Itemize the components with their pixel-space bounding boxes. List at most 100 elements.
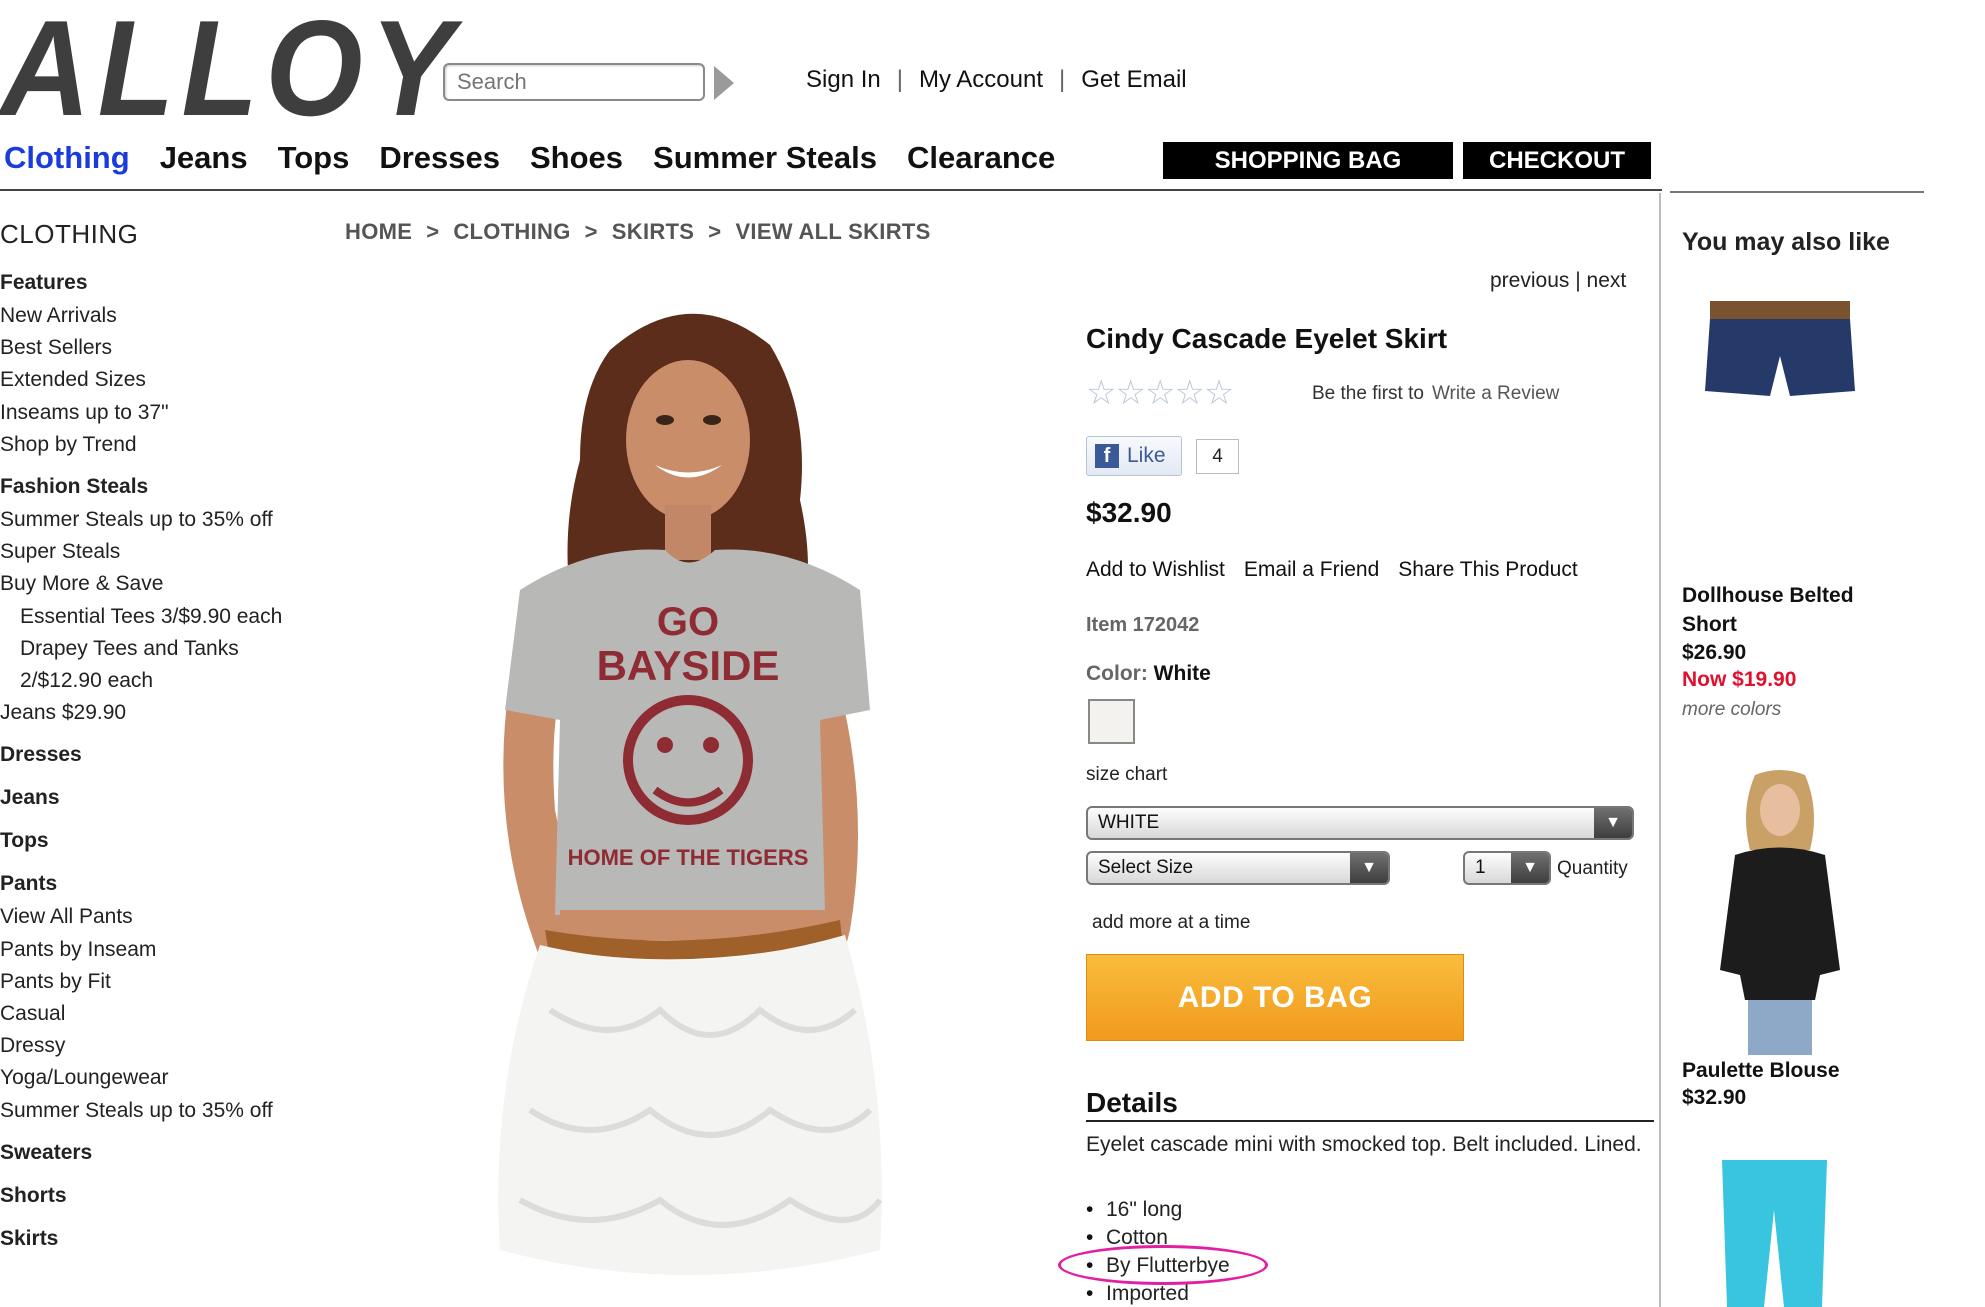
left-nav-heading[interactable]: Sweaters (0, 1140, 92, 1165)
color-value: White (1153, 662, 1211, 685)
separator: | (1575, 269, 1581, 292)
facebook-like-button[interactable]: f Like (1086, 436, 1182, 476)
left-nav-heading[interactable]: Tops (0, 828, 49, 853)
you-may-also-like-title: You may also like (1682, 228, 1890, 256)
chevron-down-icon: ▼ (1594, 808, 1632, 838)
left-nav-item[interactable]: Summer Steals up to 35% off (0, 507, 273, 532)
left-nav-heading[interactable]: Fashion Steals (0, 474, 148, 499)
details-divider (1086, 1120, 1654, 1122)
breadcrumb-skirts[interactable]: SKIRTS (612, 219, 694, 245)
left-nav-heading[interactable]: Features (0, 270, 88, 295)
breadcrumb-clothing[interactable]: CLOTHING (453, 219, 570, 245)
size-select[interactable]: Select Size ▼ (1086, 851, 1390, 885)
left-nav-item[interactable]: Extended Sizes (0, 367, 146, 392)
get-email-link[interactable]: Get Email (1081, 66, 1186, 94)
rating-stars[interactable]: ☆☆☆☆☆ (1086, 373, 1234, 413)
search-submit-arrow-icon[interactable] (714, 66, 734, 100)
color-swatch-white[interactable] (1088, 699, 1135, 744)
share-product-link[interactable]: Share This Product (1398, 558, 1577, 582)
nav-jeans[interactable]: Jeans (160, 140, 248, 176)
left-nav-item[interactable]: Drapey Tees and Tanks (20, 636, 239, 661)
write-review-link[interactable]: Write a Review (1432, 383, 1559, 404)
account-links: Sign In | My Account | Get Email (806, 66, 1187, 94)
prev-next-links: previous | next (1490, 269, 1626, 293)
checkout-button[interactable]: CHECKOUT (1463, 142, 1651, 179)
quantity-label: Quantity (1557, 858, 1628, 879)
size-chart-link[interactable]: size chart (1086, 764, 1167, 786)
shopping-bag-button[interactable]: SHOPPING BAG (1163, 142, 1453, 179)
list-item: 16" long (1086, 1196, 1230, 1224)
email-friend-link[interactable]: Email a Friend (1244, 558, 1379, 582)
sign-in-link[interactable]: Sign In (806, 66, 881, 94)
header-divider (0, 189, 1662, 191)
color-label-text: Color: (1086, 662, 1148, 685)
left-nav-item[interactable]: Summer Steals up to 35% off (0, 1098, 273, 1123)
chevron-down-icon: ▼ (1350, 853, 1388, 883)
quantity-select[interactable]: 1 ▼ (1463, 851, 1551, 885)
left-nav-item[interactable]: Essential Tees 3/$9.90 each (20, 604, 282, 629)
rec-name-dollhouse[interactable]: Dollhouse Belted Short (1682, 581, 1854, 640)
nav-tops[interactable]: Tops (278, 140, 350, 176)
rec-name-line: Short (1682, 613, 1737, 637)
rec-image-blouse[interactable] (1700, 770, 1860, 1055)
left-nav-item[interactable]: Jeans $29.90 (0, 700, 126, 725)
details-heading: Details (1086, 1087, 1178, 1118)
product-image[interactable]: GO BAYSIDE HOME OF THE TIGERS (460, 290, 920, 1307)
left-nav-item[interactable]: View All Pants (0, 904, 133, 929)
item-number: Item 172042 (1086, 614, 1200, 636)
left-nav-item[interactable]: Buy More & Save (0, 571, 163, 596)
review-prompt: Be the first to Write a Review (1312, 383, 1559, 405)
left-nav-item[interactable]: Pants by Fit (0, 969, 111, 994)
left-nav-heading[interactable]: Dresses (0, 742, 82, 767)
left-nav-item[interactable]: Best Sellers (0, 335, 112, 360)
left-nav-item[interactable]: New Arrivals (0, 303, 117, 328)
color-label: Color: White (1086, 662, 1211, 686)
add-to-wishlist-link[interactable]: Add to Wishlist (1086, 558, 1225, 582)
left-nav-heading[interactable]: Jeans (0, 785, 60, 810)
rec-price: $26.90 (1682, 641, 1747, 664)
nav-summer-steals[interactable]: Summer Steals (653, 140, 877, 176)
left-nav-item[interactable]: Yoga/Loungewear (0, 1065, 169, 1090)
chevron-down-icon: ▼ (1511, 853, 1549, 883)
more-colors-link[interactable]: more colors (1682, 699, 1781, 721)
search-input[interactable] (443, 63, 705, 101)
previous-link[interactable]: previous (1490, 269, 1569, 292)
add-more-link[interactable]: add more at a time (1092, 912, 1250, 934)
rec-name-paulette[interactable]: Paulette Blouse (1682, 1056, 1840, 1085)
rec-image-shorts[interactable] (1700, 296, 1860, 406)
nav-shoes[interactable]: Shoes (530, 140, 623, 176)
nav-clearance[interactable]: Clearance (907, 140, 1055, 176)
left-nav-item[interactable]: Dressy (0, 1033, 65, 1058)
rec-name-line: Dollhouse Belted (1682, 584, 1854, 607)
left-nav-item[interactable]: Pants by Inseam (0, 937, 156, 962)
add-to-bag-button[interactable]: ADD TO BAG (1086, 954, 1464, 1041)
review-prompt-text: Be the first to (1312, 383, 1424, 404)
shirt-text-bayside: BAYSIDE (597, 642, 780, 689)
color-select[interactable]: WHITE ▼ (1086, 806, 1634, 840)
product-actions: Add to Wishlist Email a Friend Share Thi… (1086, 558, 1578, 582)
alloy-logo[interactable]: ALLOY (0, 0, 461, 136)
main-nav: Clothing Jeans Tops Dresses Shoes Summer… (4, 140, 1055, 176)
left-nav-item[interactable]: Casual (0, 1001, 65, 1026)
shirt-text-go: GO (657, 600, 719, 644)
next-link[interactable]: next (1587, 269, 1627, 292)
breadcrumb-view-all-skirts[interactable]: VIEW ALL SKIRTS (735, 219, 930, 245)
breadcrumb-separator: > (426, 219, 440, 244)
my-account-link[interactable]: My Account (919, 66, 1043, 94)
breadcrumb: HOME > CLOTHING > SKIRTS > VIEW ALL SKIR… (345, 219, 931, 245)
nav-clothing[interactable]: Clothing (4, 140, 130, 176)
separator: | (1059, 66, 1066, 93)
left-nav-item[interactable]: Inseams up to 37" (0, 400, 169, 425)
right-rail-divider (1659, 193, 1661, 1307)
details-description: Eyelet cascade mini with smocked top. Be… (1086, 1133, 1642, 1156)
left-nav-item[interactable]: 2/$12.90 each (20, 668, 153, 693)
left-nav-heading[interactable]: Pants (0, 871, 57, 896)
left-nav-heading[interactable]: Shorts (0, 1183, 67, 1208)
left-nav-item[interactable]: Super Steals (0, 539, 120, 564)
left-nav-heading[interactable]: Skirts (0, 1226, 58, 1251)
rec-image-jeans[interactable] (1712, 1160, 1837, 1307)
left-nav-item[interactable]: Shop by Trend (0, 432, 137, 457)
nav-dresses[interactable]: Dresses (379, 140, 500, 176)
breadcrumb-home[interactable]: HOME (345, 219, 412, 245)
highlight-annotation (1058, 1245, 1268, 1285)
